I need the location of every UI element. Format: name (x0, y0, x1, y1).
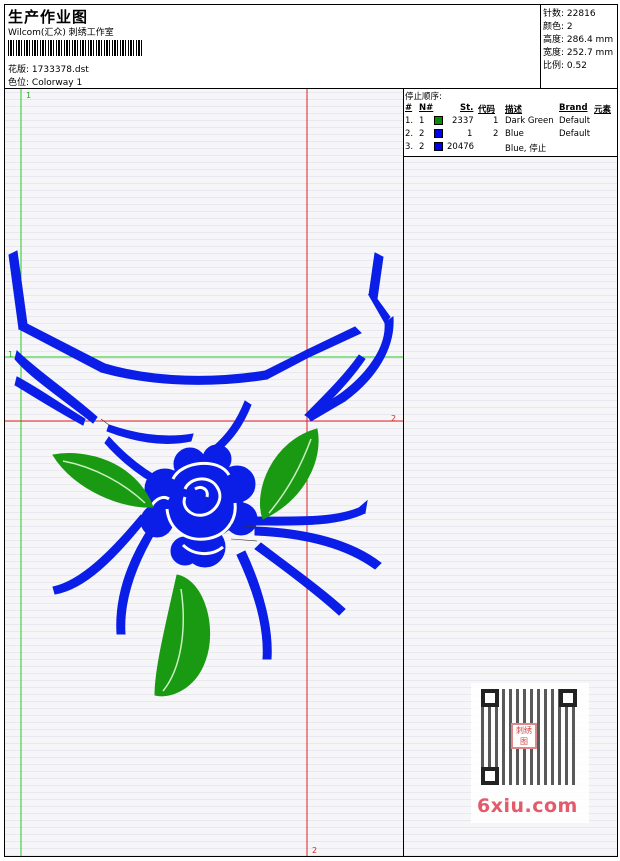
qr-corner (481, 689, 499, 707)
embroidery-design (5, 89, 403, 856)
neckline-center (100, 363, 268, 385)
colorway-row: 色位: Colorway 1 (8, 75, 82, 88)
stat-height: 高度: 286.4 mm (543, 35, 614, 45)
green-vertical-guide-label: 1 (26, 91, 32, 100)
header-info-panel: 生产作业图 Wilcom(汇众) 刺绣工作室 花版: 1733378.dst 色… (5, 5, 541, 89)
color-swatch (434, 116, 443, 125)
barcode (8, 40, 142, 56)
colorway-label: 色位: (8, 78, 30, 88)
col-header-code: 代码 (478, 105, 496, 115)
stat-colors: 颜色: 2 (543, 22, 573, 32)
stat-width: 宽度: 252.7 mm (543, 48, 614, 58)
design-file-row: 花版: 1733378.dst (8, 62, 89, 75)
color-swatch (434, 142, 443, 151)
col-header-desc: 描述 (505, 105, 523, 115)
col-header-element: 元素 (594, 105, 612, 115)
red-vertical-guide-label: 2 (312, 846, 318, 855)
qr-logo: 刺绣图 (511, 723, 537, 749)
qr-corner (481, 767, 499, 785)
production-worksheet: 生产作业图 Wilcom(汇众) 刺绣工作室 花版: 1733378.dst 色… (4, 4, 618, 857)
col-header-num: # (405, 103, 413, 113)
right-strap-top (368, 252, 384, 300)
stop-sequence-table: 停止顺序: # N# St. 代码 描述 Brand 元素 1. 1 2337 … (404, 89, 617, 157)
design-filename: 1733378.dst (31, 65, 89, 75)
page-title: 生产作业图 (8, 8, 89, 26)
red-horizontal-guide-label: 2 (391, 414, 397, 423)
col-header-brand: Brand (559, 103, 588, 113)
left-strap-top (8, 250, 28, 330)
green-horizontal-guide-label: 1 (8, 350, 14, 359)
software-subtitle: Wilcom(汇众) 刺绣工作室 (8, 28, 114, 38)
stat-scale: 比例: 0.52 (543, 61, 587, 71)
design-stats-panel: 针数: 22816 颜色: 2 高度: 286.4 mm 宽度: 252.7 m… (541, 5, 617, 89)
stop-sequence-title: 停止顺序: (405, 92, 442, 102)
qr-corner (559, 689, 577, 707)
colorway-value: Colorway 1 (31, 78, 83, 88)
color-swatch (434, 129, 443, 138)
watermark: 刺绣图 6xiu.com (471, 683, 589, 823)
design-canvas[interactable]: 1 1 2 2 (5, 89, 404, 856)
col-header-st: St. (460, 103, 474, 113)
design-label: 花版: (8, 65, 30, 75)
stat-stitches: 针数: 22816 (543, 9, 596, 19)
watermark-text: 6xiu.com (477, 795, 578, 817)
col-header-n: N# (419, 103, 434, 113)
